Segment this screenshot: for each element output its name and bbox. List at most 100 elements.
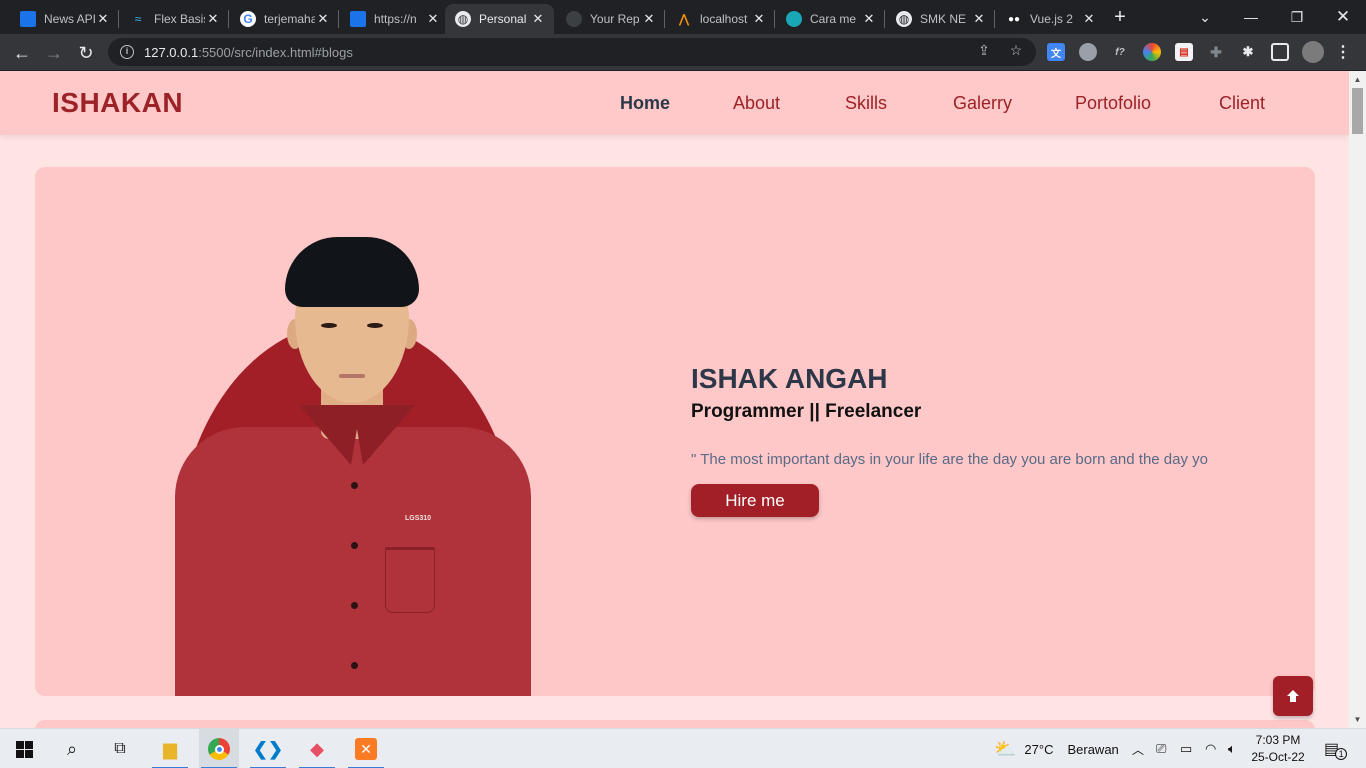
browser-tab[interactable]: News API ✕ bbox=[10, 4, 119, 34]
taskbar: ⌕ ⧉ ▆ ❮❯ ◆ ✕ ⛅ 27°C Berawan ︿ ⎚ ▭ ◠ 🔈︎ 7… bbox=[0, 728, 1366, 768]
windows-start-icon[interactable] bbox=[4, 729, 44, 768]
reload-icon[interactable]: ↻ bbox=[72, 39, 100, 67]
close-icon[interactable]: ✕ bbox=[861, 11, 877, 27]
browser-tab[interactable]: Your Rep ✕ bbox=[556, 4, 665, 34]
site-logo[interactable]: ISHAKAN bbox=[52, 87, 183, 119]
hire-me-button[interactable]: Hire me bbox=[691, 484, 819, 517]
hero-name: ISHAK ANGAH bbox=[691, 363, 888, 394]
system-clock[interactable]: 7:03 PM 25-Oct-22 bbox=[1248, 732, 1308, 766]
close-icon[interactable]: ✕ bbox=[315, 11, 331, 27]
tab-search-icon[interactable]: ⌄ bbox=[1182, 0, 1228, 34]
scroll-up-icon[interactable]: ▲ bbox=[1349, 71, 1366, 88]
xampp-icon[interactable]: ✕ bbox=[346, 729, 386, 768]
browser-tab[interactable]: https://n ✕ bbox=[340, 4, 449, 34]
tailwind-icon: ≈ bbox=[134, 12, 142, 26]
scrollbar-thumb[interactable] bbox=[1352, 88, 1363, 134]
browser-tab[interactable]: G terjemahan ✕ bbox=[230, 4, 339, 34]
close-icon[interactable]: ✕ bbox=[641, 11, 657, 27]
translate-icon[interactable]: 文 bbox=[1047, 43, 1065, 61]
new-tab-icon[interactable]: + bbox=[1110, 6, 1130, 28]
forward-icon[interactable]: → bbox=[40, 39, 68, 67]
browser-tab[interactable]: Cara me ✕ bbox=[776, 4, 885, 34]
browser-tab[interactable]: ⋀ localhost ✕ bbox=[666, 4, 775, 34]
tab-separator bbox=[994, 10, 995, 28]
browser-tab[interactable]: ◍ SMK NE ✕ bbox=[886, 4, 995, 34]
meet-now-icon[interactable]: ⎚ bbox=[1156, 729, 1166, 768]
scroll-down-icon[interactable]: ▼ bbox=[1349, 711, 1366, 728]
close-icon[interactable]: ✕ bbox=[1081, 11, 1097, 27]
hero-quote: " The most important days in your life a… bbox=[691, 451, 1209, 468]
wifi-icon[interactable]: ◠ bbox=[1205, 729, 1216, 768]
phpmyadmin-icon: ⋀ bbox=[679, 12, 689, 26]
close-icon[interactable]: ✕ bbox=[751, 11, 767, 27]
pdf-icon[interactable]: ▤ bbox=[1175, 43, 1193, 61]
color-picker-icon[interactable] bbox=[1143, 43, 1161, 61]
restore-icon[interactable]: ❐ bbox=[1274, 0, 1320, 34]
share-icon[interactable]: ⇪ bbox=[974, 40, 994, 60]
task-view-icon[interactable]: ⧉ bbox=[100, 729, 140, 768]
tab-title: News API bbox=[44, 12, 95, 26]
chrome-icon[interactable] bbox=[199, 729, 239, 768]
url-path: :5500/src/index.html#blogs bbox=[198, 44, 353, 60]
search-icon[interactable]: ⌕ bbox=[52, 729, 92, 768]
shirt-button bbox=[351, 542, 358, 549]
volume-icon[interactable]: 🔈︎ bbox=[1228, 729, 1236, 768]
git-kraken-icon[interactable]: ◆ bbox=[297, 729, 337, 768]
page-scrollbar[interactable]: ▲ ▼ bbox=[1349, 71, 1366, 728]
nav-client[interactable]: Client bbox=[1219, 93, 1265, 114]
tab-title: Your Rep bbox=[590, 12, 640, 26]
tab-strip: News API ✕ ≈ Flex Basis ✕ G terjemahan ✕… bbox=[0, 0, 1366, 34]
site-icon bbox=[786, 11, 802, 27]
browser-menu-icon[interactable]: ⋮ bbox=[1334, 43, 1352, 61]
minimize-icon[interactable]: — bbox=[1228, 0, 1274, 34]
bookmark-star-icon[interactable]: ☆ bbox=[1006, 40, 1026, 60]
clock-time: 7:03 PM bbox=[1255, 733, 1301, 747]
weather-temp: 27°C bbox=[1024, 741, 1054, 757]
profile-avatar[interactable] bbox=[1302, 41, 1324, 63]
blue-doc-icon bbox=[20, 11, 36, 27]
close-icon[interactable]: ✕ bbox=[95, 11, 111, 27]
close-window-icon[interactable]: ✕ bbox=[1320, 0, 1366, 34]
extension-off-icon[interactable] bbox=[1079, 43, 1097, 61]
close-icon[interactable]: ✕ bbox=[971, 11, 987, 27]
nav-home[interactable]: Home bbox=[620, 93, 670, 114]
eye bbox=[367, 323, 383, 328]
shirt-pocket bbox=[385, 547, 435, 613]
scroll-to-top-button[interactable] bbox=[1273, 676, 1313, 716]
nav-about[interactable]: About bbox=[733, 93, 780, 114]
close-icon[interactable]: ✕ bbox=[205, 11, 221, 27]
back-icon[interactable]: ← bbox=[8, 39, 36, 67]
site-info-icon[interactable]: i bbox=[120, 45, 134, 59]
notifications-icon[interactable]: ▤ 1 bbox=[1324, 729, 1348, 768]
show-hidden-icons[interactable]: ︿ bbox=[1132, 729, 1144, 768]
tab-title: SMK NE bbox=[920, 12, 967, 26]
nav-galerry[interactable]: Galerry bbox=[953, 93, 1012, 114]
nav-skills[interactable]: Skills bbox=[845, 93, 887, 114]
shirt-collar bbox=[299, 405, 361, 465]
battery-icon[interactable]: ▭ bbox=[1180, 729, 1192, 768]
crosshair-icon[interactable]: ✚ bbox=[1207, 43, 1225, 61]
xampp-logo-icon: ✕ bbox=[355, 738, 377, 760]
tab-separator bbox=[118, 10, 119, 28]
extensions-puzzle-icon[interactable]: ✱ bbox=[1239, 43, 1257, 61]
side-panel-icon[interactable] bbox=[1271, 43, 1289, 61]
browser-tab[interactable]: ●● Vue.js 2 ✕ bbox=[996, 4, 1105, 34]
blue-doc-icon bbox=[350, 11, 366, 27]
browser-tab[interactable]: ≈ Flex Basis ✕ bbox=[120, 4, 229, 34]
arrow-up-icon bbox=[1287, 690, 1299, 702]
formula-icon[interactable]: f? bbox=[1111, 43, 1129, 61]
tab-title: localhost bbox=[700, 12, 748, 26]
tab-separator bbox=[228, 10, 229, 28]
close-icon[interactable]: ✕ bbox=[425, 11, 441, 27]
globe-icon: ◍ bbox=[896, 11, 912, 27]
file-explorer-icon[interactable]: ▆ bbox=[150, 729, 190, 768]
medium-icon: ●● bbox=[1007, 13, 1021, 25]
nav-portofolio[interactable]: Portofolio bbox=[1075, 93, 1151, 114]
hair bbox=[285, 237, 419, 307]
address-bar[interactable]: i 127.0.0.1:5500/src/index.html#blogs bbox=[108, 38, 1036, 66]
weather-widget[interactable]: ⛅ 27°C Berawan bbox=[994, 729, 1119, 768]
close-icon[interactable]: ✕ bbox=[530, 11, 546, 27]
chrome-logo-center bbox=[214, 744, 224, 754]
vscode-icon[interactable]: ❮❯ bbox=[248, 729, 288, 768]
browser-tab-active[interactable]: ◍ Personal ✕ bbox=[445, 4, 554, 34]
